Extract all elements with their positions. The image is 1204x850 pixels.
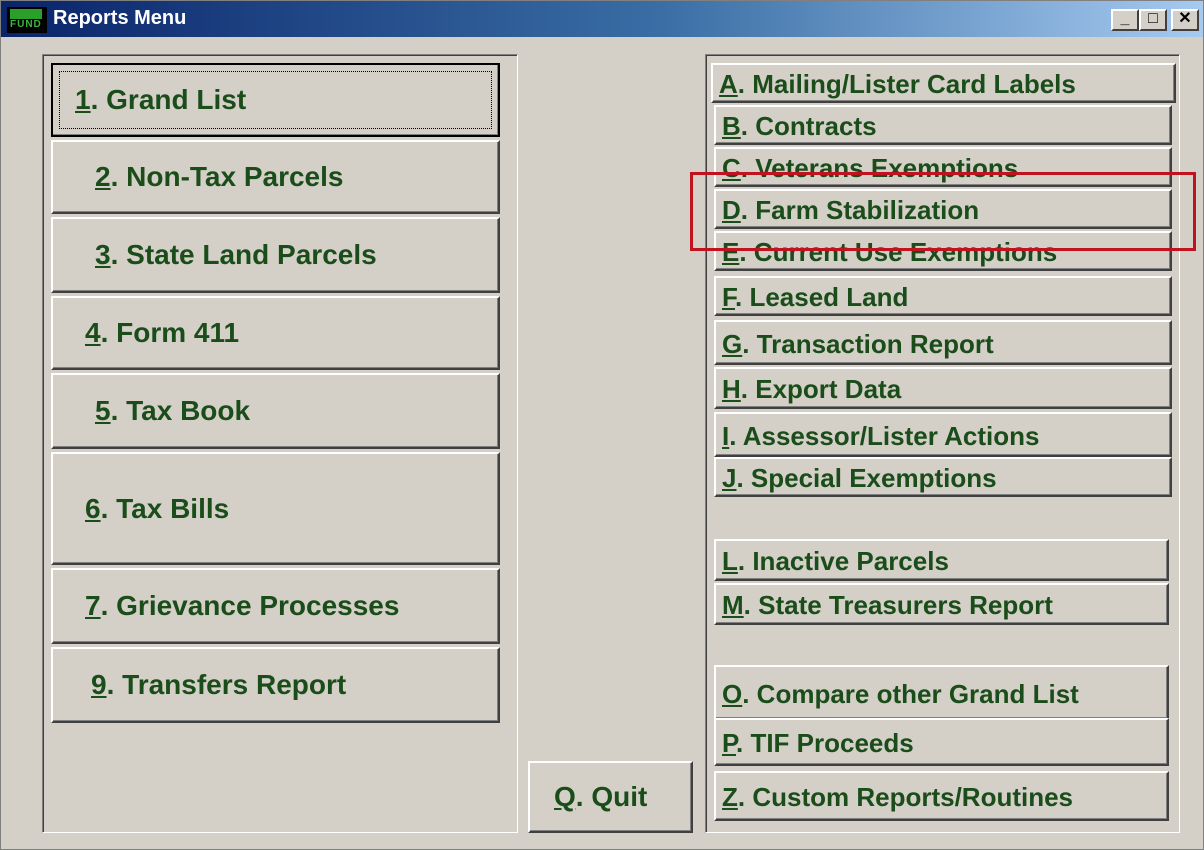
menu-button-m[interactable]: M. State Treasurers Report bbox=[714, 583, 1169, 625]
hotkey-m: M bbox=[722, 590, 744, 620]
menu-button-c[interactable]: C. Veterans Exemptions bbox=[714, 147, 1172, 187]
menu-button-4[interactable]: 4. Form 411 bbox=[51, 296, 500, 370]
menu-button-label: 7. Grievance Processes bbox=[85, 590, 400, 621]
hotkey-l: L bbox=[722, 546, 738, 576]
quit-button[interactable]: Q. Quit bbox=[528, 761, 693, 833]
menu-button-label: 5. Tax Book bbox=[95, 395, 251, 426]
hotkey-z: Z bbox=[722, 782, 738, 812]
menu-button-label: G. Transaction Report bbox=[722, 329, 994, 359]
menu-button-7[interactable]: 7. Grievance Processes bbox=[51, 568, 500, 644]
menu-button-label: 9. Transfers Report bbox=[91, 669, 347, 700]
menu-button-label: C. Veterans Exemptions bbox=[722, 153, 1019, 183]
menu-button-f[interactable]: F. Leased Land bbox=[714, 276, 1172, 316]
menu-button-5[interactable]: 5. Tax Book bbox=[51, 373, 500, 449]
app-logo-icon: FUND bbox=[7, 7, 47, 33]
menu-button-o[interactable]: O. Compare other Grand List bbox=[714, 665, 1169, 720]
hotkey-o: O bbox=[722, 679, 743, 709]
menu-button-label: A. Mailing/Lister Card Labels bbox=[719, 69, 1076, 99]
window-title: Reports Menu bbox=[53, 7, 187, 29]
hotkey-3: 3 bbox=[95, 239, 111, 270]
hotkey-9: 9 bbox=[91, 669, 107, 700]
menu-button-label: D. Farm Stabilization bbox=[722, 195, 980, 225]
menu-button-label: 1. Grand List bbox=[75, 84, 247, 115]
app-icon-label: FUND bbox=[10, 19, 42, 30]
menu-button-p[interactable]: P. TIF Proceeds bbox=[714, 718, 1169, 766]
maximize-icon: □ bbox=[1148, 10, 1158, 27]
hotkey-6: 6 bbox=[85, 493, 101, 524]
menu-button-label: 2. Non-Tax Parcels bbox=[95, 161, 344, 192]
menu-button-d[interactable]: D. Farm Stabilization bbox=[714, 189, 1172, 229]
hotkey-4: 4 bbox=[85, 317, 101, 348]
menu-button-label: F. Leased Land bbox=[722, 282, 909, 312]
menu-button-j[interactable]: J. Special Exemptions bbox=[714, 457, 1172, 497]
menu-button-a[interactable]: A. Mailing/Lister Card Labels bbox=[711, 63, 1176, 103]
menu-button-3[interactable]: 3. State Land Parcels bbox=[51, 217, 500, 293]
title-bar[interactable]: FUND Reports Menu _ □ ✕ bbox=[1, 1, 1203, 37]
hotkey-a: A bbox=[719, 69, 738, 99]
maximize-button[interactable]: □ bbox=[1139, 9, 1167, 31]
hotkey-j: J bbox=[722, 463, 737, 493]
menu-button-label: I. Assessor/Lister Actions bbox=[722, 421, 1040, 451]
hotkey-g: G bbox=[722, 329, 743, 359]
menu-button-label: 6. Tax Bills bbox=[85, 493, 230, 524]
close-button[interactable]: ✕ bbox=[1171, 9, 1199, 31]
menu-button-h[interactable]: H. Export Data bbox=[714, 367, 1172, 409]
menu-button-label: 3. State Land Parcels bbox=[95, 239, 377, 270]
menu-button-label: H. Export Data bbox=[722, 374, 902, 404]
menu-button-label: O. Compare other Grand List bbox=[722, 679, 1079, 709]
menu-button-g[interactable]: G. Transaction Report bbox=[714, 320, 1172, 365]
menu-button-6[interactable]: 6. Tax Bills bbox=[51, 452, 500, 565]
close-icon: ✕ bbox=[1178, 10, 1192, 27]
hotkey-1: 1 bbox=[75, 84, 91, 115]
menu-button-label: L. Inactive Parcels bbox=[722, 546, 949, 576]
reports-menu-window: FUND Reports Menu _ □ ✕ 1. Grand List 2. … bbox=[0, 0, 1204, 850]
hotkey-p: P bbox=[722, 728, 736, 758]
hotkey-b: B bbox=[722, 111, 741, 141]
menu-button-label: P. TIF Proceeds bbox=[722, 728, 914, 758]
hotkey-2: 2 bbox=[95, 161, 111, 192]
menu-button-z[interactable]: Z. Custom Reports/Routines bbox=[714, 771, 1169, 821]
menu-button-9[interactable]: 9. Transfers Report bbox=[51, 647, 500, 723]
menu-button-1[interactable]: 1. Grand List bbox=[51, 63, 500, 137]
menu-button-label: B. Contracts bbox=[722, 111, 877, 141]
hotkey-c: C bbox=[722, 153, 741, 183]
hotkey-7: 7 bbox=[85, 590, 101, 621]
hotkey-e: E bbox=[722, 237, 740, 267]
hotkey-q: Q bbox=[554, 781, 576, 812]
hotkey-d: D bbox=[722, 195, 741, 225]
menu-button-b[interactable]: B. Contracts bbox=[714, 105, 1172, 145]
hotkey-f: F bbox=[722, 282, 735, 312]
menu-button-label: J. Special Exemptions bbox=[722, 463, 997, 493]
menu-button-label: M. State Treasurers Report bbox=[722, 590, 1053, 620]
hotkey-h: H bbox=[722, 374, 741, 404]
quit-button-label: Q. Quit bbox=[554, 781, 648, 812]
minimize-icon: _ bbox=[1120, 10, 1130, 27]
hotkey-5: 5 bbox=[95, 395, 111, 426]
minimize-button[interactable]: _ bbox=[1111, 9, 1139, 31]
menu-button-2[interactable]: 2. Non-Tax Parcels bbox=[51, 140, 500, 214]
menu-button-label: 4. Form 411 bbox=[85, 317, 240, 348]
menu-button-l[interactable]: L. Inactive Parcels bbox=[714, 539, 1169, 581]
menu-button-label: Z. Custom Reports/Routines bbox=[722, 782, 1074, 812]
menu-button-e[interactable]: E. Current Use Exemptions bbox=[714, 231, 1172, 271]
menu-button-i[interactable]: I. Assessor/Lister Actions bbox=[714, 412, 1172, 457]
menu-button-label: E. Current Use Exemptions bbox=[722, 237, 1058, 267]
